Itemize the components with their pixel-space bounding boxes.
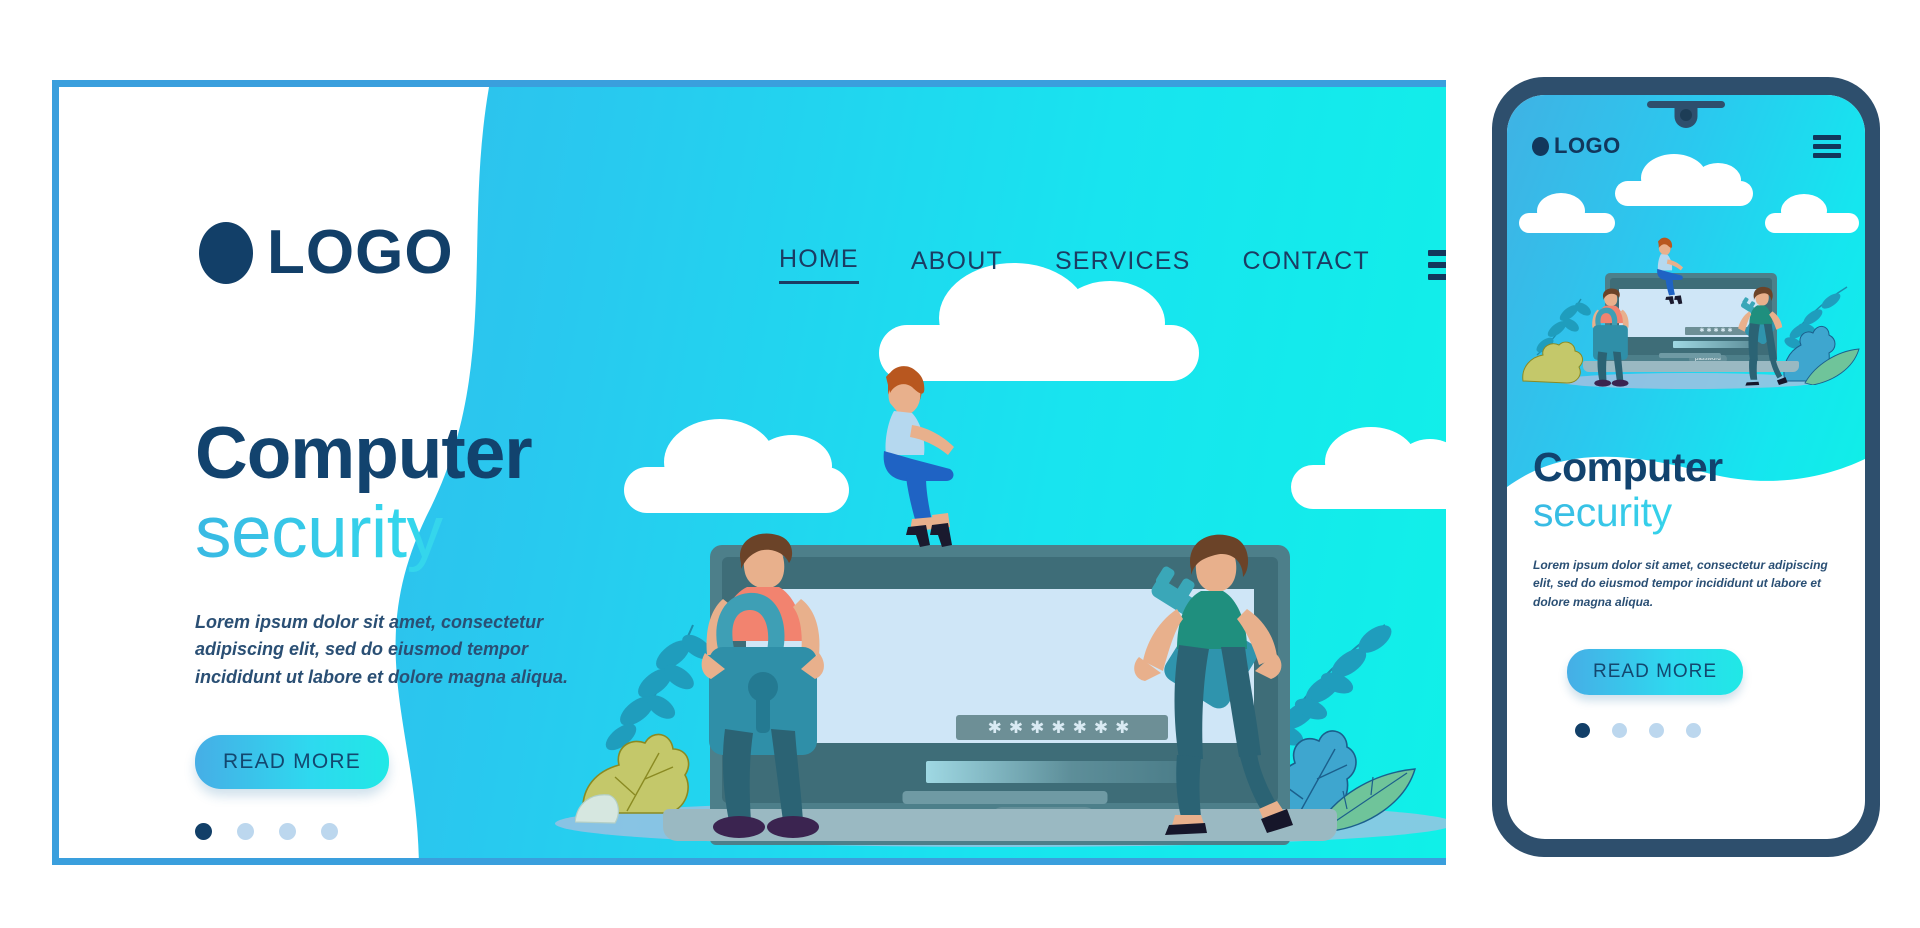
mobile-carousel-dot-2[interactable]: [1612, 723, 1627, 739]
mobile-carousel-dots: [1575, 723, 1839, 739]
laptop-hinge-notch: [902, 791, 1108, 804]
hero-body-text: Lorem ipsum dolor sit amet, consectetur …: [195, 611, 569, 687]
landing-page-mockup-canvas: ✱✱✱✱✱✱✱ password: [0, 0, 1920, 928]
seated-woman-character: [883, 366, 954, 547]
mobile-hamburger-icon[interactable]: [1813, 135, 1841, 158]
nav-item-about[interactable]: ABOUT: [911, 247, 1003, 283]
hamburger-icon[interactable]: [1427, 249, 1446, 280]
cloud-shape: [1765, 194, 1859, 233]
mobile-seated-woman-character: [1657, 237, 1684, 305]
mobile-logo-text: LOGO: [1554, 133, 1621, 158]
mobile-camera-lens-icon: [1680, 109, 1692, 121]
brand-logo[interactable]: LOGO: [199, 217, 454, 288]
logo-text: LOGO: [267, 218, 454, 287]
circle-logo-mark-icon: [1532, 136, 1549, 156]
desktop-viewport: ✱✱✱✱✱✱✱ password: [59, 87, 1446, 858]
main-navigation: HOME ABOUT SERVICES CONTACT: [779, 245, 1446, 284]
mobile-read-more-button[interactable]: READ MORE: [1567, 649, 1744, 696]
mobile-page-title-line2: security: [1533, 489, 1839, 536]
nav-item-contact[interactable]: CONTACT: [1243, 247, 1370, 283]
mobile-carousel-dot-4[interactable]: [1686, 723, 1701, 739]
carousel-dot-2[interactable]: [237, 822, 254, 840]
mobile-viewport: ✱✱✱✱✱ password LOGO Computer security Lo…: [1507, 95, 1865, 839]
desktop-mockup-frame: ✱✱✱✱✱✱✱ password: [52, 80, 1446, 865]
page-title-line1: Computer: [195, 413, 533, 494]
page-title-line2: security: [195, 493, 615, 573]
circle-logo-mark-icon: [199, 221, 253, 284]
cloud-shape: [1519, 193, 1615, 233]
standing-man-with-padlock-character: [701, 533, 824, 838]
hero-content: Computer security Lorem ipsum dolor sit …: [195, 417, 615, 840]
mobile-hero-content: Computer security Lorem ipsum dolor sit …: [1507, 444, 1865, 739]
mobile-brand-logo[interactable]: LOGO: [1532, 133, 1621, 159]
standing-woman-with-key-character: [1134, 534, 1293, 835]
nav-item-services[interactable]: SERVICES: [1055, 247, 1191, 283]
mobile-laptop-illustration: ✱✱✱✱✱ password: [1522, 233, 1860, 393]
laptop-security-illustration: ✱✱✱✱✱✱✱ password: [555, 366, 1446, 858]
mobile-laptop-hinge-notch: [1658, 353, 1721, 358]
mobile-mockup-frame: ✱✱✱✱✱ password LOGO Computer security Lo…: [1492, 77, 1880, 857]
read-more-button[interactable]: READ MORE: [195, 734, 389, 789]
cloud-shape: [1615, 154, 1753, 206]
carousel-dot-4[interactable]: [321, 822, 338, 840]
mobile-man-with-padlock-character: [1592, 288, 1629, 387]
carousel-dot-3[interactable]: [279, 822, 296, 840]
mobile-hero-body-text: Lorem ipsum dolor sit amet, consectetur …: [1533, 557, 1828, 609]
carousel-dots: [195, 822, 615, 840]
mobile-page-title-line1: Computer: [1533, 444, 1723, 490]
mobile-carousel-dot-3[interactable]: [1649, 723, 1664, 739]
mobile-carousel-dot-1[interactable]: [1575, 723, 1590, 739]
nav-item-home[interactable]: HOME: [779, 245, 859, 284]
mobile-woman-with-key-character: [1738, 286, 1788, 386]
carousel-dot-1[interactable]: [195, 822, 212, 840]
